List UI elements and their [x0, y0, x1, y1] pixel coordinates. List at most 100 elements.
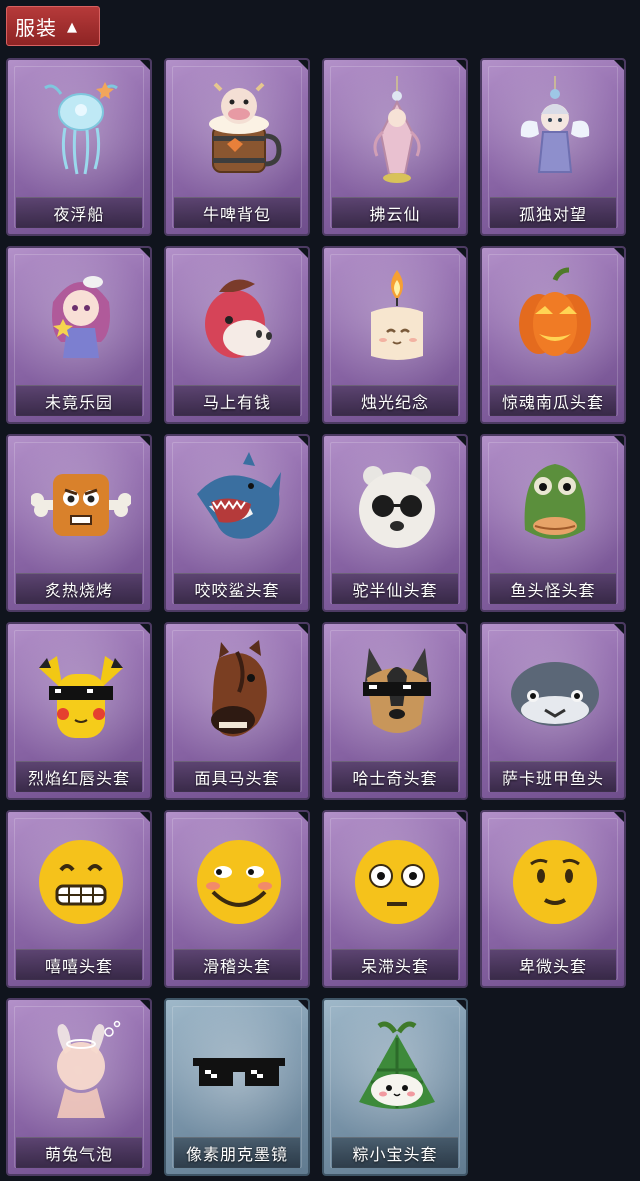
- costume-item-card[interactable]: 驼半仙头套: [322, 434, 468, 612]
- item-name: 夜浮船: [53, 205, 105, 224]
- funny-emoji-icon: [197, 840, 281, 924]
- item-name: 牛啤背包: [202, 205, 271, 224]
- round-fish-icon: [511, 662, 599, 726]
- costume-item-card[interactable]: 哈士奇头套: [322, 622, 468, 800]
- item-name: 鱼头怪头套: [510, 581, 596, 600]
- costume-item-card[interactable]: 萨卡班甲鱼头: [480, 622, 626, 800]
- item-name-bar: 滑稽头套: [174, 949, 300, 980]
- item-name: 咬咬鲨头套: [194, 581, 280, 600]
- costume-item-card[interactable]: 孤独对望: [480, 58, 626, 236]
- item-name-bar: 萌兔气泡: [16, 1137, 142, 1168]
- category-tab-costume[interactable]: 服装 ▲: [6, 6, 100, 46]
- item-name: 滑稽头套: [202, 957, 271, 976]
- card-corner-notch: [454, 1000, 466, 1012]
- pumpkin-icon: [519, 267, 591, 356]
- item-name: 萨卡班甲鱼头: [501, 769, 604, 788]
- costume-item-card[interactable]: 像素朋克墨镜: [164, 998, 310, 1176]
- item-name: 烛光纪念: [360, 393, 429, 412]
- card-corner-notch: [296, 60, 308, 72]
- item-name-bar: 拂云仙: [332, 197, 458, 228]
- meat-bone-icon: [31, 474, 131, 536]
- item-name: 马上有钱: [202, 393, 271, 412]
- costume-item-card[interactable]: 烛光纪念: [322, 246, 468, 424]
- costume-item-card[interactable]: 未竟乐园: [6, 246, 152, 424]
- card-corner-notch: [296, 248, 308, 260]
- yellow-mouse-sunglasses-icon: [39, 656, 123, 738]
- item-name-bar: 萨卡班甲鱼头: [490, 761, 616, 792]
- card-corner-notch: [138, 1000, 150, 1012]
- card-corner-notch: [138, 436, 150, 448]
- item-name-bar: 驼半仙头套: [332, 573, 458, 604]
- card-corner-notch: [138, 60, 150, 72]
- card-corner-notch: [296, 812, 308, 824]
- card-corner-notch: [612, 812, 624, 824]
- costume-item-card[interactable]: 嘻嘻头套: [6, 810, 152, 988]
- costume-item-card[interactable]: 拂云仙: [322, 58, 468, 236]
- pixel-sunglasses-icon: [193, 1058, 285, 1086]
- stare-emoji-icon: [355, 840, 439, 924]
- cow-beer-barrel-icon: [209, 82, 282, 173]
- costume-item-card[interactable]: 烈焰红唇头套: [6, 622, 152, 800]
- costume-item-card[interactable]: 马上有钱: [164, 246, 310, 424]
- costume-item-card[interactable]: 粽小宝头套: [322, 998, 468, 1176]
- item-name: 烈焰红唇头套: [27, 769, 130, 788]
- item-name-bar: 粽小宝头套: [332, 1137, 458, 1168]
- item-name-bar: 面具马头套: [174, 761, 300, 792]
- angel-pendant-icon: [520, 76, 590, 173]
- item-name-bar: 惊魂南瓜头套: [490, 385, 616, 416]
- card-corner-notch: [612, 60, 624, 72]
- girl-doll-icon: [52, 276, 110, 358]
- item-name-bar: 嘻嘻头套: [16, 949, 142, 980]
- item-name-bar: 牛啤背包: [174, 197, 300, 228]
- card-corner-notch: [296, 436, 308, 448]
- item-name: 呆滞头套: [360, 957, 429, 976]
- item-name-bar: 鱼头怪头套: [490, 573, 616, 604]
- item-name: 孤独对望: [518, 205, 587, 224]
- fish-head-icon: [524, 464, 586, 539]
- item-name-bar: 卑微头套: [490, 949, 616, 980]
- costume-item-card[interactable]: 滑稽头套: [164, 810, 310, 988]
- humble-emoji-icon: [513, 840, 597, 924]
- bunny-bubble-icon: [57, 1020, 121, 1118]
- pink-horse-head-icon: [205, 279, 272, 358]
- item-name: 驼半仙头套: [352, 581, 438, 600]
- item-name-bar: 夜浮船: [16, 197, 142, 228]
- costume-item-card[interactable]: 鱼头怪头套: [480, 434, 626, 612]
- horse-head-icon: [211, 640, 267, 737]
- card-corner-notch: [612, 624, 624, 636]
- item-grid: 夜浮船 牛啤背包 拂云仙 孤独对望 未竟乐园 马上有钱 烛光纪念 惊魂南瓜头套 …: [6, 58, 636, 1176]
- item-name: 像素朋克墨镜: [185, 1145, 288, 1164]
- costume-item-card[interactable]: 惊魂南瓜头套: [480, 246, 626, 424]
- card-corner-notch: [296, 1000, 308, 1012]
- costume-item-card[interactable]: 牛啤背包: [164, 58, 310, 236]
- item-name: 萌兔气泡: [44, 1145, 113, 1164]
- fairy-pendant-icon: [373, 76, 421, 183]
- husky-sunglasses-icon: [363, 648, 431, 733]
- costume-item-card[interactable]: 炙热烧烤: [6, 434, 152, 612]
- card-corner-notch: [138, 248, 150, 260]
- item-name-bar: 未竟乐园: [16, 385, 142, 416]
- item-name: 拂云仙: [369, 205, 421, 224]
- costume-item-card[interactable]: 咬咬鲨头套: [164, 434, 310, 612]
- item-name-bar: 烛光纪念: [332, 385, 458, 416]
- item-name: 惊魂南瓜头套: [501, 393, 604, 412]
- item-name-bar: 炙热烧烤: [16, 573, 142, 604]
- item-name: 未竟乐园: [44, 393, 113, 412]
- costume-item-card[interactable]: 萌兔气泡: [6, 998, 152, 1176]
- chevron-up-icon: ▲: [67, 19, 77, 35]
- jellyfish-icon: [44, 82, 118, 175]
- item-name: 炙热烧烤: [44, 581, 113, 600]
- zongzi-icon: [359, 1021, 435, 1109]
- costume-item-card[interactable]: 夜浮船: [6, 58, 152, 236]
- grin-emoji-icon: [39, 840, 123, 924]
- costume-item-card[interactable]: 卑微头套: [480, 810, 626, 988]
- costume-item-card[interactable]: 面具马头套: [164, 622, 310, 800]
- card-corner-notch: [138, 812, 150, 824]
- item-name-bar: 马上有钱: [174, 385, 300, 416]
- shark-icon: [197, 452, 281, 539]
- item-name: 粽小宝头套: [352, 1145, 438, 1164]
- item-name-bar: 呆滞头套: [332, 949, 458, 980]
- costume-item-card[interactable]: 呆滞头套: [322, 810, 468, 988]
- card-corner-notch: [454, 624, 466, 636]
- item-name-bar: 像素朋克墨镜: [174, 1137, 300, 1168]
